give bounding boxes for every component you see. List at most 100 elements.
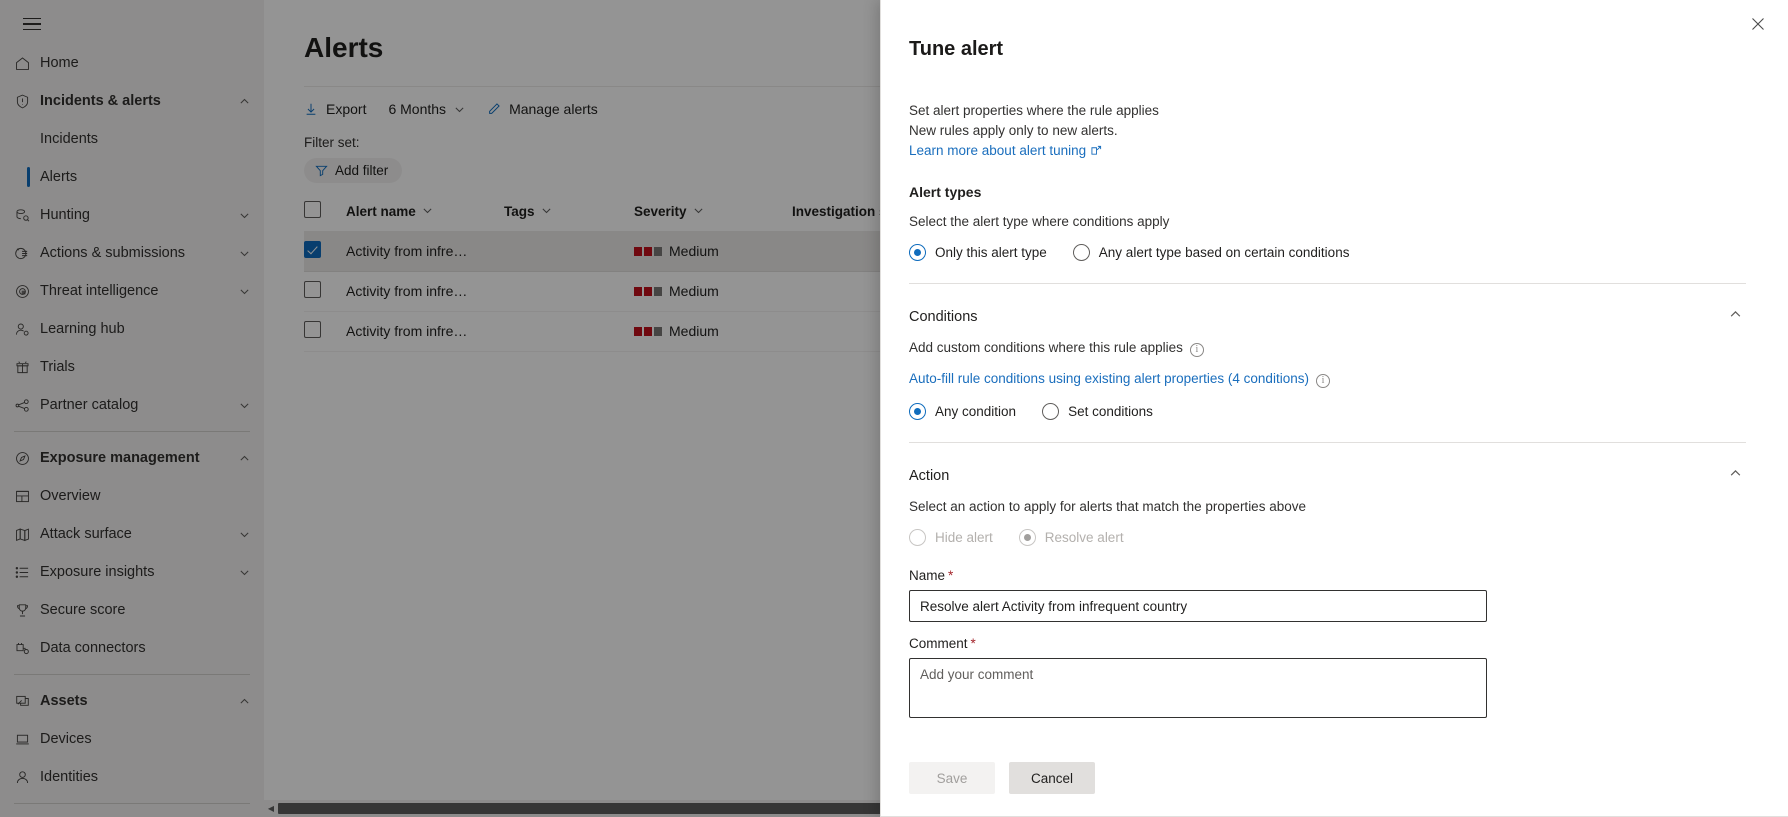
save-button[interactable]: Save <box>909 762 995 794</box>
sidebar-item-label: Exposure management <box>40 450 239 466</box>
sidebar-item-incidents[interactable]: Incidents <box>0 120 264 158</box>
select-all-checkbox[interactable] <box>304 201 321 218</box>
chevron-down-icon[interactable] <box>239 210 250 221</box>
radio-label: Hide alert <box>935 530 993 545</box>
sidebar-item-endpoints[interactable]: Endpoints <box>0 811 264 817</box>
name-field-label: Name* <box>909 568 1746 583</box>
actions-icon <box>14 245 40 262</box>
row-select-cell <box>304 271 346 311</box>
severity-indicator: Medium <box>634 323 719 339</box>
cancel-button[interactable]: Cancel <box>1009 762 1095 794</box>
chevron-down-icon <box>422 204 433 219</box>
sidebar-item-label: Identities <box>40 769 250 785</box>
chevron-down-icon[interactable] <box>239 567 250 578</box>
sidebar-item-overview[interactable]: Overview <box>0 477 264 515</box>
manage-alerts-button[interactable]: Manage alerts <box>487 101 598 117</box>
sidebar-item-incidents-alerts[interactable]: Incidents & alerts <box>0 82 264 120</box>
column-label: Severity <box>634 204 687 219</box>
exposure-insights-icon <box>14 564 40 581</box>
severity-bars-icon <box>634 287 662 296</box>
cell-alert-name[interactable]: Activity from infre… <box>346 231 504 271</box>
chevron-down-icon <box>693 204 704 219</box>
sidebar-item-data-connectors[interactable]: Data connectors <box>0 629 264 667</box>
chevron-up-icon[interactable] <box>239 696 250 707</box>
export-label: Export <box>326 101 366 117</box>
cell-tags <box>504 271 634 311</box>
sidebar-item-hunting[interactable]: Hunting <box>0 196 264 234</box>
sidebar-item-actions-submissions[interactable]: Actions & submissions <box>0 234 264 272</box>
chevron-up-icon[interactable] <box>239 96 250 107</box>
sidebar-item-exposure-insights[interactable]: Exposure insights <box>0 553 264 591</box>
sidebar-item-trials[interactable]: Trials <box>0 348 264 386</box>
chevron-up-icon[interactable] <box>1729 308 1746 326</box>
sidebar-divider <box>14 431 250 432</box>
conditions-subtext: Add custom conditions where this rule ap… <box>909 340 1183 355</box>
name-label-text: Name <box>909 568 945 583</box>
row-checkbox[interactable] <box>304 241 321 258</box>
chevron-down-icon[interactable] <box>239 529 250 540</box>
sidebar-item-home[interactable]: Home <box>0 44 264 82</box>
radio-indicator <box>909 529 926 546</box>
radio-only-this-alert-type[interactable]: Only this alert type <box>909 244 1047 261</box>
sidebar-item-label: Actions & submissions <box>40 245 239 261</box>
panel-actions: Save Cancel <box>909 762 1746 794</box>
section-divider-1 <box>909 283 1746 284</box>
external-link-icon[interactable] <box>1091 142 1102 162</box>
sidebar-item-threat-intelligence[interactable]: Threat intelligence <box>0 272 264 310</box>
row-checkbox[interactable] <box>304 281 321 298</box>
hamburger-icon[interactable] <box>8 4 56 44</box>
cell-severity: Medium <box>634 311 792 351</box>
sidebar-item-attack-surface[interactable]: Attack surface <box>0 515 264 553</box>
radio-hide-alert: Hide alert <box>909 529 993 546</box>
column-header-severity[interactable]: Severity <box>634 195 792 231</box>
intro-line-2: New rules apply only to new alerts. <box>909 121 1746 141</box>
time-range-dropdown[interactable]: 6 Months <box>388 101 465 117</box>
radio-set-conditions[interactable]: Set conditions <box>1042 403 1153 420</box>
name-input[interactable] <box>909 590 1487 622</box>
radio-indicator <box>1042 403 1059 420</box>
row-checkbox[interactable] <box>304 321 321 338</box>
learn-more-link[interactable]: Learn more about alert tuning <box>909 143 1086 158</box>
chevron-down-icon[interactable] <box>239 248 250 259</box>
severity-label: Medium <box>669 243 719 259</box>
radio-indicator <box>1019 529 1036 546</box>
panel-title: Tune alert <box>909 38 1746 61</box>
cell-severity: Medium <box>634 271 792 311</box>
comment-label-text: Comment <box>909 636 968 651</box>
intro-line-1: Set alert properties where the rule appl… <box>909 101 1746 121</box>
sidebar-item-partner-catalog[interactable]: Partner catalog <box>0 386 264 424</box>
chevron-up-icon[interactable] <box>239 453 250 464</box>
chevron-down-icon[interactable] <box>239 286 250 297</box>
autofill-conditions-link[interactable]: Auto-fill rule conditions using existing… <box>909 371 1309 386</box>
tune-alert-panel: Tune alert Set alert properties where th… <box>880 0 1788 817</box>
scroll-left-arrow[interactable]: ◀ <box>264 804 278 813</box>
sidebar-item-alerts[interactable]: Alerts <box>0 158 264 196</box>
chevron-down-icon <box>541 204 552 219</box>
cell-alert-name[interactable]: Activity from infre… <box>346 271 504 311</box>
sidebar-item-devices[interactable]: Devices <box>0 720 264 758</box>
sidebar: HomeIncidents & alertsIncidents Alerts Hun… <box>0 0 264 817</box>
info-icon[interactable]: i <box>1190 343 1204 357</box>
cell-alert-name[interactable]: Activity from infre… <box>346 311 504 351</box>
sidebar-item-exposure-management[interactable]: Exposure management <box>0 439 264 477</box>
chevron-up-icon[interactable] <box>1729 467 1746 485</box>
column-header-tags[interactable]: Tags <box>504 195 634 231</box>
conditions-subtext-row: Add custom conditions where this rule ap… <box>909 340 1746 357</box>
sidebar-item-label: Alerts <box>40 169 250 185</box>
sidebar-item-learning-hub[interactable]: Learning hub <box>0 310 264 348</box>
threat-intel-icon <box>14 283 40 300</box>
info-icon[interactable]: i <box>1316 374 1330 388</box>
radio-any-alert-type[interactable]: Any alert type based on certain conditio… <box>1073 244 1350 261</box>
panel-body: Tune alert Set alert properties where th… <box>881 0 1788 794</box>
column-header-alert-name[interactable]: Alert name <box>346 195 504 231</box>
add-filter-button[interactable]: Add filter <box>304 158 402 183</box>
radio-any-condition[interactable]: Any condition <box>909 403 1016 420</box>
radio-label: Any alert type based on certain conditio… <box>1099 245 1350 260</box>
close-icon[interactable] <box>1742 8 1774 40</box>
chevron-down-icon[interactable] <box>239 400 250 411</box>
sidebar-item-identities[interactable]: Identities <box>0 758 264 796</box>
sidebar-item-assets[interactable]: Assets <box>0 682 264 720</box>
sidebar-item-secure-score[interactable]: Secure score <box>0 591 264 629</box>
export-button[interactable]: Export <box>304 101 366 117</box>
comment-textarea[interactable] <box>909 658 1487 718</box>
